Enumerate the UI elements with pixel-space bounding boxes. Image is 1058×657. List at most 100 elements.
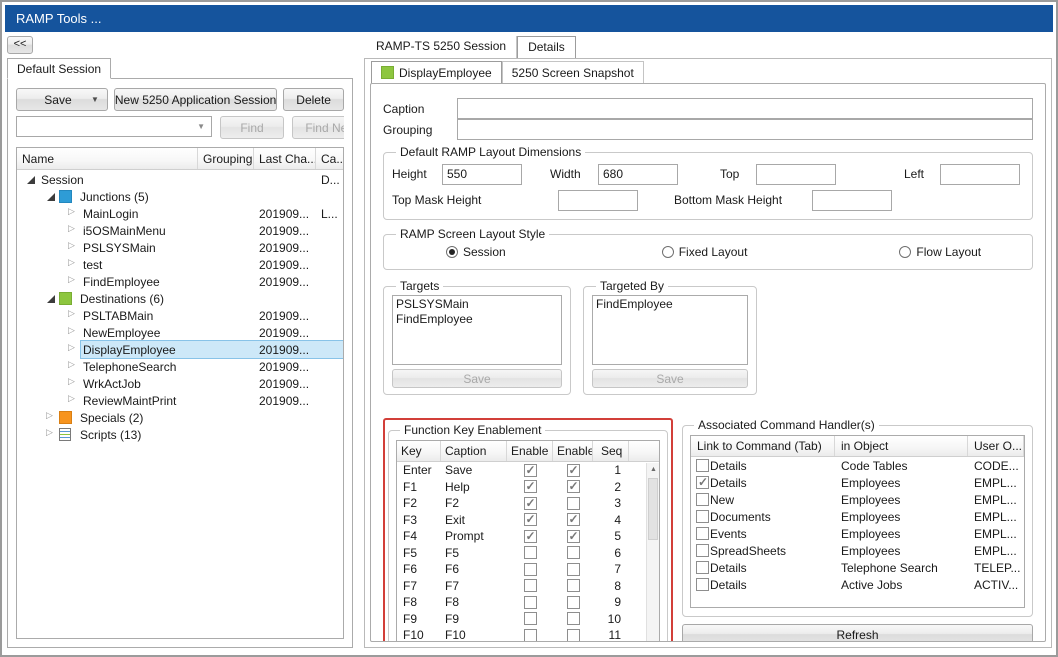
enable-key-checkbox[interactable] xyxy=(524,546,537,559)
find-next-button[interactable]: Find Next xyxy=(292,116,344,139)
tree-row[interactable]: PSLTABMain 201909... xyxy=(17,307,343,324)
screen-tab[interactable]: 5250 Screen Snapshot xyxy=(502,61,644,83)
enable-checkbox[interactable] xyxy=(567,530,580,543)
enable-key-checkbox[interactable] xyxy=(524,612,537,625)
detail-tab[interactable]: Details xyxy=(517,36,576,58)
column-header-grouping[interactable]: Grouping xyxy=(198,148,254,169)
tree-row[interactable]: Scripts (13) xyxy=(17,426,343,443)
scroll-up-icon[interactable]: ▲ xyxy=(647,463,660,476)
link-to-command-checkbox[interactable] xyxy=(696,510,709,523)
enable-checkbox[interactable] xyxy=(567,629,580,642)
tree-row[interactable]: DisplayEmployee 201909... xyxy=(17,341,343,358)
column-header-key[interactable]: Key xyxy=(397,441,441,461)
new-5250-session-button[interactable]: New 5250 Application Session xyxy=(114,88,277,111)
expander-icon[interactable] xyxy=(67,378,79,390)
column-header-ca[interactable]: Ca... xyxy=(316,148,343,169)
radio-icon[interactable] xyxy=(899,246,911,258)
column-header-caption[interactable]: Caption xyxy=(441,441,507,461)
top-mask-height-input[interactable] xyxy=(558,190,638,211)
tree-row-content[interactable]: PSLTABMain 201909... xyxy=(81,307,343,324)
enable-key-checkbox[interactable] xyxy=(524,563,537,576)
function-key-row[interactable]: F8 F8 9 xyxy=(397,594,645,611)
enable-key-checkbox[interactable] xyxy=(524,480,537,493)
layout-style-radio-option[interactable]: Flow Layout xyxy=(899,245,981,259)
enable-key-checkbox[interactable] xyxy=(524,513,537,526)
enable-checkbox[interactable] xyxy=(567,612,580,625)
grouping-input[interactable] xyxy=(457,119,1033,140)
expander-icon[interactable] xyxy=(67,225,79,237)
expander-icon[interactable] xyxy=(67,361,79,373)
function-key-row[interactable]: F2 F2 3 xyxy=(397,495,645,512)
targeted-by-list-item[interactable]: FindEmployee xyxy=(596,297,744,312)
expander-icon[interactable] xyxy=(45,412,57,424)
layout-style-radio-option[interactable]: Fixed Layout xyxy=(662,245,748,259)
layout-style-radio-option[interactable]: Session xyxy=(446,245,506,259)
column-header-in-object[interactable]: in Object xyxy=(835,436,968,456)
targets-save-button[interactable]: Save xyxy=(392,369,562,388)
tree-row-content[interactable]: test 201909... xyxy=(81,256,343,273)
find-button[interactable]: Find xyxy=(220,116,284,139)
enable-checkbox[interactable] xyxy=(567,563,580,576)
tree-row-content[interactable]: Destinations (6) xyxy=(78,290,343,307)
expander-icon[interactable] xyxy=(67,395,79,407)
enable-key-checkbox[interactable] xyxy=(524,497,537,510)
command-handler-row[interactable]: Details Code Tables CODE... xyxy=(691,457,1024,474)
column-header-seq[interactable]: Seq xyxy=(593,441,629,461)
function-key-row[interactable]: F4 Prompt 5 xyxy=(397,528,645,545)
filter-dropdown-arrow-icon[interactable]: ▼ xyxy=(197,123,205,131)
tree-row-content[interactable]: NewEmployee 201909... xyxy=(81,324,343,341)
detail-tab[interactable]: RAMP-TS 5250 Session xyxy=(366,36,517,58)
enable-checkbox[interactable] xyxy=(567,464,580,477)
function-key-row[interactable]: F7 F7 8 xyxy=(397,578,645,595)
expander-icon[interactable] xyxy=(67,276,79,288)
tree-row[interactable]: WrkActJob 201909... xyxy=(17,375,343,392)
function-key-row[interactable]: F1 Help 2 xyxy=(397,479,645,496)
command-handler-row[interactable]: Documents Employees EMPL... xyxy=(691,508,1024,525)
tree-row[interactable]: PSLSYSMain 201909... xyxy=(17,239,343,256)
tree-row-content[interactable]: Specials (2) xyxy=(78,409,343,426)
targets-list-item[interactable]: PSLSYSMain xyxy=(396,297,558,312)
command-handler-row[interactable]: Details Telephone Search TELEP... xyxy=(691,559,1024,576)
tree-row-content[interactable]: WrkActJob 201909... xyxy=(81,375,343,392)
tree-row[interactable]: i5OSMainMenu 201909... xyxy=(17,222,343,239)
expander-icon[interactable] xyxy=(45,191,57,203)
collapse-panel-button[interactable]: << xyxy=(7,36,33,54)
screen-tab[interactable]: DisplayEmployee xyxy=(371,61,502,83)
width-input[interactable] xyxy=(598,164,678,185)
targets-list-item[interactable]: FindEmployee xyxy=(396,312,558,327)
caption-input[interactable] xyxy=(457,98,1033,119)
expander-icon[interactable] xyxy=(67,310,79,322)
link-to-command-checkbox[interactable] xyxy=(696,493,709,506)
enable-key-checkbox[interactable] xyxy=(524,579,537,592)
link-to-command-checkbox[interactable] xyxy=(696,459,709,472)
expander-icon[interactable] xyxy=(67,344,79,356)
tree-row-content[interactable]: MainLogin 201909... L... xyxy=(81,205,343,222)
column-header-user-object[interactable]: User O... xyxy=(968,436,1024,456)
tree-row-content[interactable]: PSLSYSMain 201909... xyxy=(81,239,343,256)
function-key-row[interactable]: Enter Save 1 xyxy=(397,462,645,479)
tree-row-content[interactable]: Session D... xyxy=(39,171,343,188)
tree-row-content[interactable]: ReviewMaintPrint 201909... xyxy=(81,392,343,409)
scrollbar-thumb[interactable] xyxy=(648,478,658,540)
function-key-row[interactable]: F9 F9 10 xyxy=(397,611,645,628)
function-key-row[interactable]: F5 F5 6 xyxy=(397,545,645,562)
function-key-row[interactable]: F10 F10 11 xyxy=(397,627,645,642)
tree-row[interactable]: ReviewMaintPrint 201909... xyxy=(17,392,343,409)
targeted-by-save-button[interactable]: Save xyxy=(592,369,748,388)
save-dropdown-arrow-icon[interactable]: ▼ xyxy=(91,96,99,104)
save-split-button[interactable]: Save ▼ xyxy=(16,88,108,111)
left-input[interactable] xyxy=(940,164,1020,185)
expander-icon[interactable] xyxy=(67,242,79,254)
enable-checkbox[interactable] xyxy=(567,596,580,609)
command-handler-row[interactable]: Events Employees EMPL... xyxy=(691,525,1024,542)
tree-row-content[interactable]: i5OSMainMenu 201909... xyxy=(81,222,343,239)
tree-row[interactable]: TelephoneSearch 201909... xyxy=(17,358,343,375)
tree-row-content[interactable]: Scripts (13) xyxy=(78,426,343,443)
expander-icon[interactable] xyxy=(67,259,79,271)
refresh-button[interactable]: Refresh xyxy=(682,624,1033,642)
column-header-last-changed[interactable]: Last Cha... xyxy=(254,148,316,169)
column-header-enable[interactable]: Enable xyxy=(553,441,593,461)
tree-row[interactable]: Junctions (5) xyxy=(17,188,343,205)
bottom-mask-height-input[interactable] xyxy=(812,190,892,211)
link-to-command-checkbox[interactable] xyxy=(696,527,709,540)
